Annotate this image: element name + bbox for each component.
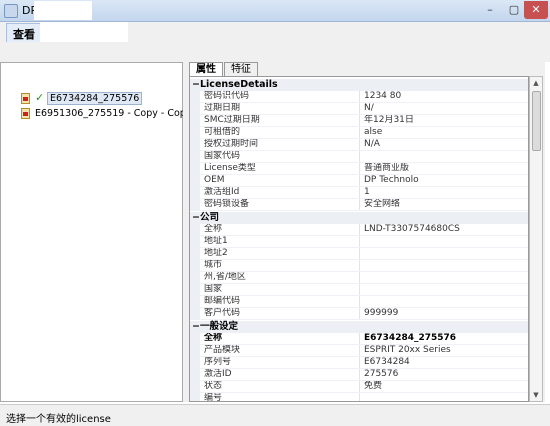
tree-root-node[interactable]: [5, 79, 27, 89]
property-row[interactable]: OEM DP Technolo: [190, 175, 528, 187]
tree-item-license-2[interactable]: E6951306_275519 - Copy - Copy - C: [21, 106, 208, 120]
section-license-details[interactable]: −LicenseDetails: [190, 79, 528, 91]
collapse-icon: −: [192, 321, 200, 332]
property-row[interactable]: 邮编代码: [190, 296, 528, 308]
scroll-down-icon[interactable]: ▼: [530, 389, 542, 401]
property-row[interactable]: 激活组Id 1: [190, 187, 528, 199]
scroll-thumb[interactable]: [532, 91, 541, 151]
license-icon: [21, 107, 33, 119]
tree-item-label: E6734284_275576: [47, 91, 143, 105]
app-icon: [4, 4, 18, 18]
tree-item-license-1[interactable]: ✓ E6734284_275576: [21, 91, 143, 105]
property-row[interactable]: 密码识代码 1234 80: [190, 91, 528, 103]
license-icon: [21, 92, 33, 104]
tab-features[interactable]: 特征: [224, 62, 258, 76]
collapse-icon: −: [192, 79, 200, 90]
property-row[interactable]: 激活ID 275576: [190, 369, 528, 381]
property-row[interactable]: 地址2: [190, 248, 528, 260]
property-row[interactable]: 密码锁设备 安全网络: [190, 199, 528, 211]
tab-properties[interactable]: 属性: [189, 62, 223, 76]
property-row[interactable]: 产品模块 ESPRIT 20xx Series: [190, 345, 528, 357]
minimize-button[interactable]: –: [478, 1, 502, 19]
property-row[interactable]: 序列号 E6734284: [190, 357, 528, 369]
tree-item-label: E6951306_275519 - Copy - Copy - C: [35, 107, 208, 119]
tab-strip: 属性 特征: [189, 62, 259, 76]
license-tree[interactable]: ✓ E6734284_275576 E6951306_275519 - Copy…: [0, 62, 208, 402]
title-redaction: [34, 1, 92, 20]
property-row[interactable]: 客户代码 999999: [190, 308, 528, 320]
collapse-icon: −: [192, 212, 200, 223]
details-panel: 属性 特征 −LicenseDetails 密码识代码 1234 80 过期日期 N…: [187, 62, 545, 402]
toolbar: [0, 42, 550, 62]
property-row[interactable]: 国家: [190, 284, 528, 296]
property-row[interactable]: 全称 E6734284_275576: [190, 333, 528, 345]
property-row[interactable]: SMC过期日期 年12月31日: [190, 115, 528, 127]
property-row[interactable]: 可租借的 alse: [190, 127, 528, 139]
section-general-settings[interactable]: −一般设定: [190, 321, 528, 333]
vertical-scrollbar[interactable]: ▲ ▼: [529, 76, 543, 402]
scroll-up-icon[interactable]: ▲: [530, 77, 542, 89]
property-row[interactable]: 授权过期时间 N/A: [190, 139, 528, 151]
property-row[interactable]: 状态 免费: [190, 381, 528, 393]
property-row[interactable]: 过期日期 N/: [190, 103, 528, 115]
close-button[interactable]: ✕: [524, 1, 548, 19]
title-bar: DP – ▢ ✕: [0, 0, 550, 22]
maximize-button[interactable]: ▢: [502, 1, 526, 19]
status-text: 选择一个有效的license: [6, 414, 111, 425]
property-row[interactable]: 全称 LND-T3307574680CS: [190, 224, 528, 236]
status-bar: 选择一个有效的license: [0, 404, 550, 426]
property-row[interactable]: License类型 普通商业版: [190, 163, 528, 175]
property-row[interactable]: 州,省/地区: [190, 272, 528, 284]
property-grid: −LicenseDetails 密码识代码 1234 80 过期日期 N/ SMC过…: [189, 76, 529, 402]
section-company[interactable]: −公司: [190, 212, 528, 224]
check-icon: ✓: [35, 91, 45, 104]
property-row[interactable]: 城市: [190, 260, 528, 272]
property-row[interactable]: 国家代码: [190, 151, 528, 163]
property-row[interactable]: 地址1: [190, 236, 528, 248]
property-row[interactable]: 编号: [190, 393, 528, 401]
